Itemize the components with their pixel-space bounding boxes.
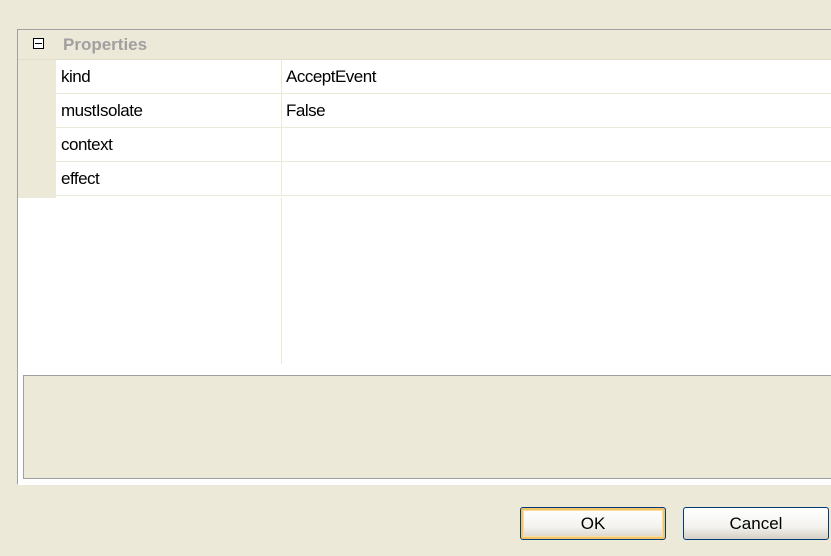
property-row-kind[interactable]: kind AcceptEvent [56,60,831,94]
property-name[interactable]: effect [56,162,281,195]
property-value[interactable]: AcceptEvent [281,60,831,93]
property-row-context[interactable]: context [56,128,831,162]
ok-button[interactable]: OK [520,507,666,540]
description-panel [23,375,831,479]
property-row-effect[interactable]: effect [56,162,831,196]
property-value[interactable] [281,162,831,195]
column-splitter[interactable] [281,198,282,364]
collapse-minus-icon[interactable] [33,38,44,49]
cancel-button[interactable]: Cancel [683,507,829,540]
property-name[interactable]: mustIsolate [56,94,281,127]
property-grid: Properties kind AcceptEvent mustIsolate … [17,29,831,485]
property-value[interactable] [281,128,831,161]
property-name[interactable]: context [56,128,281,161]
category-row-properties[interactable]: Properties [18,30,831,60]
property-value[interactable]: False [281,94,831,127]
category-label: Properties [63,35,148,54]
property-name[interactable]: kind [56,60,281,93]
property-row-mustisolate[interactable]: mustIsolate False [56,94,831,128]
grid-gutter [18,60,56,198]
